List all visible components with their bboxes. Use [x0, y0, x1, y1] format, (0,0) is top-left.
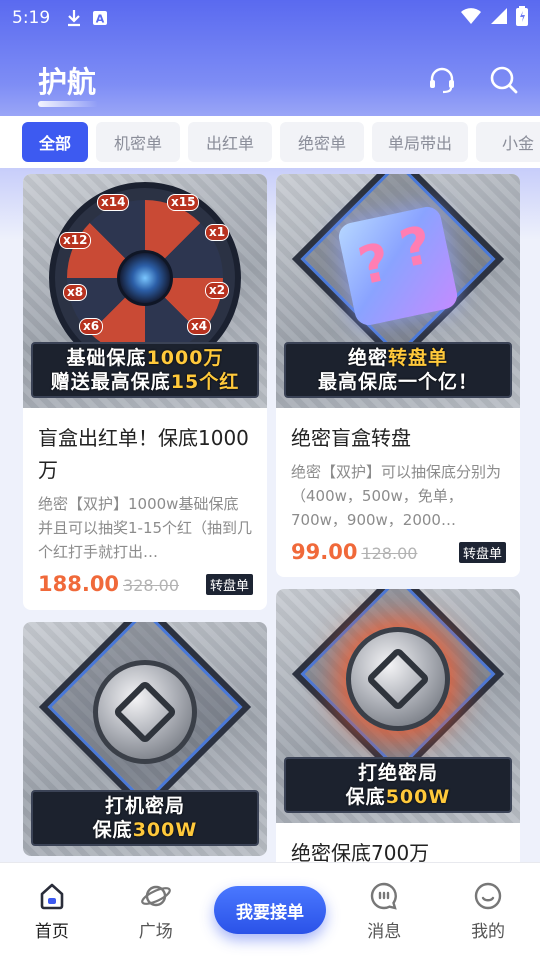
banner-text: 打机密局 — [104, 795, 185, 817]
banner-text: 赠送最高保底 — [50, 371, 171, 393]
svg-text:A: A — [96, 13, 105, 26]
multiplier-label: x1 — [205, 224, 230, 241]
product-card[interactable]: ? ? 绝密转盘单 最高保底一个亿！ 绝密盲盒转盘 绝密【双护】可以抽保底分别为… — [276, 174, 520, 577]
banner-text: 保底 — [345, 786, 386, 808]
download-icon — [66, 9, 82, 27]
product-image: x14 x15 x1 x2 x4 x6 x8 x12 基础保底1000万 赠送最… — [23, 174, 267, 408]
product-title: 盲盒出红单！保底1000万 — [38, 426, 249, 482]
product-feed: x14 x15 x1 x2 x4 x6 x8 x12 基础保底1000万 赠送最… — [0, 174, 540, 862]
banner-highlight: 转盘单 — [388, 347, 449, 369]
title-bar: 护航 — [0, 52, 540, 108]
title-underline — [38, 101, 98, 107]
multiplier-label: x14 — [97, 194, 130, 211]
promo-banner: 基础保底1000万 赠送最高保底15个红 — [31, 342, 259, 398]
customer-service-button[interactable] — [426, 64, 458, 96]
accept-order-button[interactable]: 我要接单 — [213, 886, 326, 934]
product-image: 打机密局 保底300W — [23, 622, 267, 856]
status-time: 5:19 — [12, 8, 51, 28]
search-icon — [490, 66, 518, 94]
tab-top-secret[interactable]: 绝密单 — [280, 122, 364, 162]
banner-text: 保底 — [92, 819, 133, 841]
nav-home[interactable]: 首页 — [0, 881, 104, 942]
product-image: 打绝密局 保底500W — [276, 589, 520, 823]
nav-plaza[interactable]: 广场 — [104, 881, 208, 942]
search-button[interactable] — [488, 64, 520, 96]
coin-graphic — [346, 627, 450, 731]
chat-bubble-icon — [371, 882, 398, 910]
coin-graphic — [93, 660, 197, 764]
nav-mine-label: 我的 — [471, 922, 506, 942]
original-price: 128.00 — [361, 544, 418, 563]
product-card[interactable]: x14 x15 x1 x2 x4 x6 x8 x12 基础保底1000万 赠送最… — [23, 174, 267, 610]
product-card[interactable]: 打机密局 保底300W — [23, 622, 267, 856]
promo-banner: 绝密转盘单 最高保底一个亿！ — [284, 342, 512, 398]
product-tag: 转盘单 — [458, 541, 506, 563]
smiley-icon — [474, 882, 502, 910]
signal-icon — [490, 7, 508, 30]
product-price: 188.00 — [38, 572, 120, 596]
page-title-text: 护航 — [38, 65, 97, 99]
original-price: 328.00 — [123, 576, 180, 595]
tab-single-run[interactable]: 单局带出 — [372, 122, 469, 162]
multiplier-label: x15 — [167, 194, 200, 211]
bottom-navigation: 首页 广场 我要接单 消息 我的 — [0, 862, 540, 960]
tab-confidential[interactable]: 机密单 — [96, 122, 180, 162]
promo-banner: 打机密局 保底300W — [31, 790, 259, 846]
product-title: 绝密盲盒转盘 — [291, 426, 411, 450]
home-icon — [40, 883, 64, 910]
battery-icon — [516, 5, 528, 31]
product-description: 绝密【双护】可以抽保底分别为（400w，500w，免单，700w，900w，20… — [291, 463, 502, 529]
banner-text: 最高保底一个亿！ — [317, 371, 478, 393]
nav-messages-label: 消息 — [367, 922, 402, 942]
promo-banner: 打绝密局 保底500W — [284, 757, 512, 813]
product-card[interactable]: 打绝密局 保底500W 绝密保底700万 — [276, 589, 520, 862]
banner-highlight: 1000万 — [146, 347, 224, 369]
banner-text: 基础保底 — [66, 347, 147, 369]
tab-red-drop[interactable]: 出红单 — [188, 122, 272, 162]
banner-text: 打绝密局 — [357, 762, 438, 784]
product-image: ? ? 绝密转盘单 最高保底一个亿！ — [276, 174, 520, 408]
product-title: 绝密保底700万 — [291, 841, 430, 862]
nav-home-label: 首页 — [34, 922, 69, 942]
planet-icon — [140, 885, 171, 907]
product-price: 99.00 — [291, 540, 358, 564]
nav-mine[interactable]: 我的 — [436, 881, 540, 942]
multiplier-label: x2 — [205, 282, 230, 299]
nav-messages[interactable]: 消息 — [332, 881, 436, 942]
category-tabs: 全部 机密单 出红单 绝密单 单局带出 小金 — [0, 116, 540, 168]
banner-text: 绝密 — [347, 347, 388, 369]
banner-highlight: 15个红 — [170, 371, 240, 393]
multiplier-label: x12 — [59, 232, 92, 249]
multiplier-label: x6 — [79, 318, 104, 335]
keyboard-a-icon: A — [92, 10, 108, 26]
banner-highlight: 300W — [132, 819, 198, 841]
wifi-icon — [460, 7, 482, 30]
mystery-box-graphic: ? ? — [336, 204, 460, 328]
tab-small-gold[interactable]: 小金 — [476, 122, 540, 162]
multiplier-label: x8 — [63, 284, 88, 301]
nav-plaza-label: 广场 — [138, 922, 173, 942]
product-description: 绝密【双护】1000w基础保底并且可以抽奖1-15个红（抽到几个红打手就打出… — [38, 495, 253, 561]
status-bar: 5:19 A — [0, 0, 540, 36]
page-title: 护航 — [38, 59, 98, 107]
product-tag: 转盘单 — [205, 573, 253, 595]
multiplier-label: x4 — [187, 318, 212, 335]
tab-all[interactable]: 全部 — [22, 122, 88, 162]
headset-icon — [430, 67, 454, 94]
banner-highlight: 500W — [385, 786, 451, 808]
